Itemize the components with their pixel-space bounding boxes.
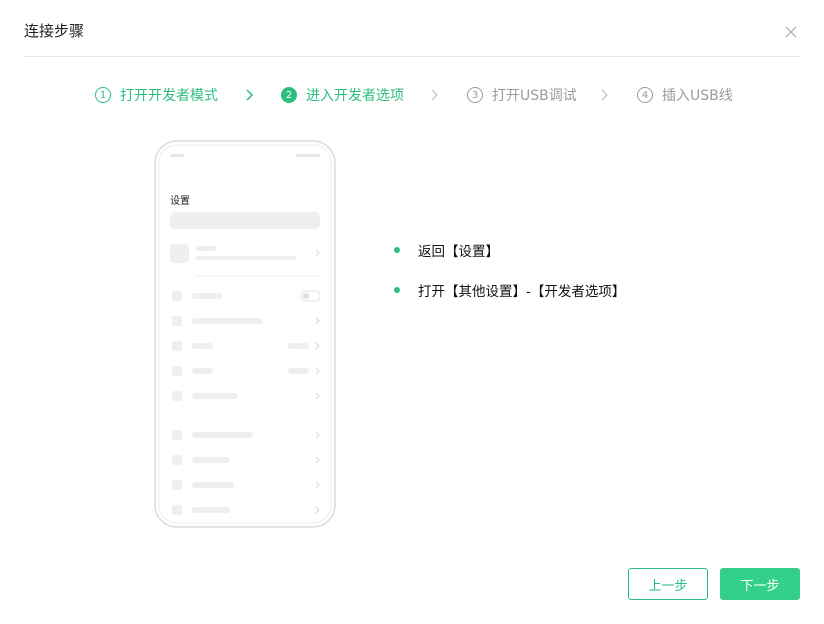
instruction-item: 返回【设置】 <box>394 240 625 260</box>
header-divider <box>24 56 800 57</box>
stepper: 1 打开开发者模式 2 进入开发者选项 3 打开USB调试 4 插入USB线 <box>0 85 824 105</box>
instruction-text: 打开【其他设置】-【开发者选项】 <box>418 284 626 300</box>
instruction-item: 打开【其他设置】-【开发者选项】 <box>394 280 625 300</box>
next-step-button[interactable]: 下一步 <box>720 568 800 600</box>
phone-screen-title: 设置 <box>170 195 190 207</box>
step-3: 3 打开USB调试 <box>467 85 577 105</box>
instruction-list: 返回【设置】 打开【其他设置】-【开发者选项】 <box>394 240 625 320</box>
step-3-number: 3 <box>467 87 483 103</box>
instruction-text: 返回【设置】 <box>418 244 499 260</box>
step-4-label: 插入USB线 <box>662 88 733 104</box>
step-2: 2 进入开发者选项 <box>281 85 404 105</box>
bullet-dot-icon <box>394 287 400 293</box>
step-2-number: 2 <box>281 87 297 103</box>
step-1: 1 打开开发者模式 <box>95 85 218 105</box>
step-1-number: 1 <box>95 87 111 103</box>
step-2-label: 进入开发者选项 <box>306 88 404 104</box>
bullet-dot-icon <box>394 247 400 253</box>
chevron-right-icon <box>246 89 254 101</box>
dialog-title: 连接步骤 <box>24 22 85 40</box>
step-3-label: 打开USB调试 <box>492 88 577 104</box>
chevron-right-icon <box>601 89 608 101</box>
close-icon[interactable] <box>783 24 799 40</box>
step-1-label: 打开开发者模式 <box>120 88 218 104</box>
phone-settings-illustration: 设置 <box>154 140 336 528</box>
connection-steps-dialog: 连接步骤 1 打开开发者模式 2 进入开发者选项 3 打开USB调试 4 插入U… <box>0 0 824 624</box>
step-4: 4 插入USB线 <box>637 85 733 105</box>
step-4-number: 4 <box>637 87 653 103</box>
previous-step-button[interactable]: 上一步 <box>628 568 708 600</box>
chevron-right-icon <box>431 89 438 101</box>
